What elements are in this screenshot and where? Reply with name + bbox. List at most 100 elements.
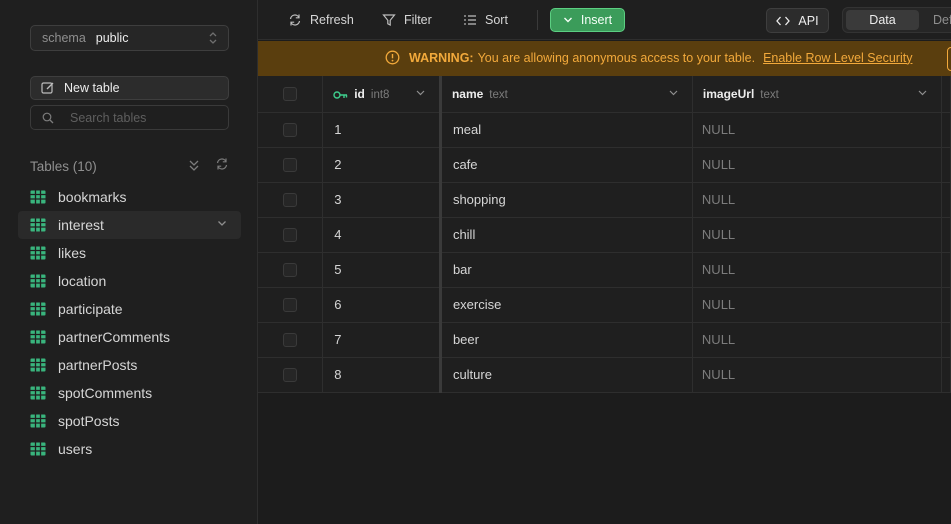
cell-id[interactable]: 4 xyxy=(322,217,442,253)
view-data-tab[interactable]: Data xyxy=(846,10,919,30)
cell-id[interactable]: 2 xyxy=(322,147,442,183)
select-all-cell xyxy=(258,76,324,113)
refresh-icon[interactable] xyxy=(215,157,229,171)
table-grid-icon xyxy=(30,190,46,204)
cell-name[interactable]: culture xyxy=(440,357,693,393)
column-header-id[interactable]: id int8 xyxy=(322,76,442,113)
filter-button[interactable]: Filter xyxy=(382,8,432,32)
insert-button[interactable]: Insert xyxy=(550,8,625,32)
refresh-button[interactable]: Refresh xyxy=(288,8,354,32)
schema-value: public xyxy=(95,31,129,45)
sidebar-item-interest[interactable]: interest xyxy=(18,211,241,239)
table-grid-icon xyxy=(30,386,46,400)
schema-selector[interactable]: schema public xyxy=(30,25,229,51)
warning-action-edge[interactable] xyxy=(947,47,951,71)
sidebar-item-label: participate xyxy=(58,301,123,317)
sidebar-item-likes[interactable]: likes xyxy=(18,239,241,267)
cell-id[interactable]: 8 xyxy=(322,357,442,393)
cell-spacer xyxy=(941,147,951,183)
row-select-cell xyxy=(258,322,324,358)
sort-icon xyxy=(464,15,476,25)
row-checkbox[interactable] xyxy=(283,123,298,138)
collapse-all-icon[interactable] xyxy=(188,158,200,172)
cell-name[interactable]: cafe xyxy=(440,147,693,183)
cell-id[interactable]: 5 xyxy=(322,252,442,288)
row-select-cell xyxy=(258,357,324,393)
search-box[interactable] xyxy=(30,105,229,130)
cell-spacer xyxy=(941,112,951,148)
cell-id[interactable]: 7 xyxy=(322,322,442,358)
cell-id[interactable]: 1 xyxy=(322,112,442,148)
sidebar-item-spotposts[interactable]: spotPosts xyxy=(18,407,241,435)
table-grid-icon xyxy=(30,330,46,344)
sidebar-item-spotcomments[interactable]: spotComments xyxy=(18,379,241,407)
row-checkbox[interactable] xyxy=(283,193,298,208)
enable-rls-link[interactable]: Enable Row Level Security xyxy=(763,51,912,65)
sidebar-item-label: partnerComments xyxy=(58,329,171,345)
sidebar-item-label: spotPosts xyxy=(58,413,120,429)
search-input[interactable] xyxy=(70,110,210,125)
chevron-down-icon[interactable] xyxy=(217,220,227,227)
row-select-cell xyxy=(258,217,324,253)
table-row: 6 exercise NULL xyxy=(258,287,951,323)
cell-name[interactable]: bar xyxy=(440,252,693,288)
column-header-imageurl[interactable]: imageUrl text xyxy=(692,76,943,113)
header-row: id int8 name text imageUrl text xyxy=(258,76,951,113)
cell-imageurl[interactable]: NULL xyxy=(692,147,943,183)
row-select-cell xyxy=(258,112,324,148)
sidebar-item-participate[interactable]: participate xyxy=(18,295,241,323)
toolbar: Refresh Filter Sort Insert API Data Def xyxy=(258,0,951,40)
row-checkbox[interactable] xyxy=(283,158,298,173)
chevron-down-icon[interactable] xyxy=(918,90,927,96)
sidebar-item-bookmarks[interactable]: bookmarks xyxy=(18,183,241,211)
chevron-down-icon xyxy=(563,17,572,23)
row-checkbox[interactable] xyxy=(283,263,298,278)
cell-imageurl[interactable]: NULL xyxy=(692,217,943,253)
row-checkbox[interactable] xyxy=(283,368,298,383)
row-checkbox[interactable] xyxy=(283,228,298,243)
cell-imageurl[interactable]: NULL xyxy=(692,252,943,288)
cell-name[interactable]: shopping xyxy=(440,182,693,218)
sidebar-item-partnercomments[interactable]: partnerComments xyxy=(18,323,241,351)
cell-name[interactable]: beer xyxy=(440,322,693,358)
api-button[interactable]: API xyxy=(766,8,829,33)
column-type-name: text xyxy=(489,88,508,101)
cell-name[interactable]: chill xyxy=(440,217,693,253)
column-header-name[interactable]: name text xyxy=(440,76,693,113)
sidebar-item-label: interest xyxy=(58,217,104,233)
refresh-icon xyxy=(289,14,301,26)
search-icon xyxy=(42,112,54,123)
sort-label: Sort xyxy=(485,13,508,27)
primary-key-icon xyxy=(333,91,348,99)
view-definition-tab[interactable]: Def xyxy=(933,10,951,30)
chevron-down-icon[interactable] xyxy=(669,90,678,96)
cell-imageurl[interactable]: NULL xyxy=(692,287,943,323)
rows-table: id int8 name text imageUrl text 1 meal NULL 2 c… xyxy=(258,76,951,393)
cell-imageurl[interactable]: NULL xyxy=(692,182,943,218)
sort-button[interactable]: Sort xyxy=(463,8,508,32)
cell-name[interactable]: meal xyxy=(440,112,693,148)
cell-name[interactable]: exercise xyxy=(440,287,693,323)
row-checkbox[interactable] xyxy=(283,298,298,313)
select-all-checkbox[interactable] xyxy=(283,87,298,102)
sidebar-item-users[interactable]: users xyxy=(18,435,241,463)
new-table-button[interactable]: New table xyxy=(30,76,229,100)
sidebar-item-label: bookmarks xyxy=(58,189,127,205)
cell-imageurl[interactable]: NULL xyxy=(692,322,943,358)
sidebar-item-label: partnerPosts xyxy=(58,357,138,373)
cell-imageurl[interactable]: NULL xyxy=(692,357,943,393)
edit-icon xyxy=(41,82,54,94)
warning-message: You are allowing anonymous access to you… xyxy=(477,50,756,65)
cell-spacer xyxy=(941,252,951,288)
code-icon xyxy=(776,16,791,25)
schema-label: schema xyxy=(42,31,86,45)
sidebar-item-location[interactable]: location xyxy=(18,267,241,295)
table-row: 2 cafe NULL xyxy=(258,147,951,183)
row-select-cell xyxy=(258,147,324,183)
cell-id[interactable]: 3 xyxy=(322,182,442,218)
cell-imageurl[interactable]: NULL xyxy=(692,112,943,148)
row-checkbox[interactable] xyxy=(283,333,298,348)
chevron-down-icon[interactable] xyxy=(416,90,425,96)
cell-id[interactable]: 6 xyxy=(322,287,442,323)
sidebar-item-partnerposts[interactable]: partnerPosts xyxy=(18,351,241,379)
